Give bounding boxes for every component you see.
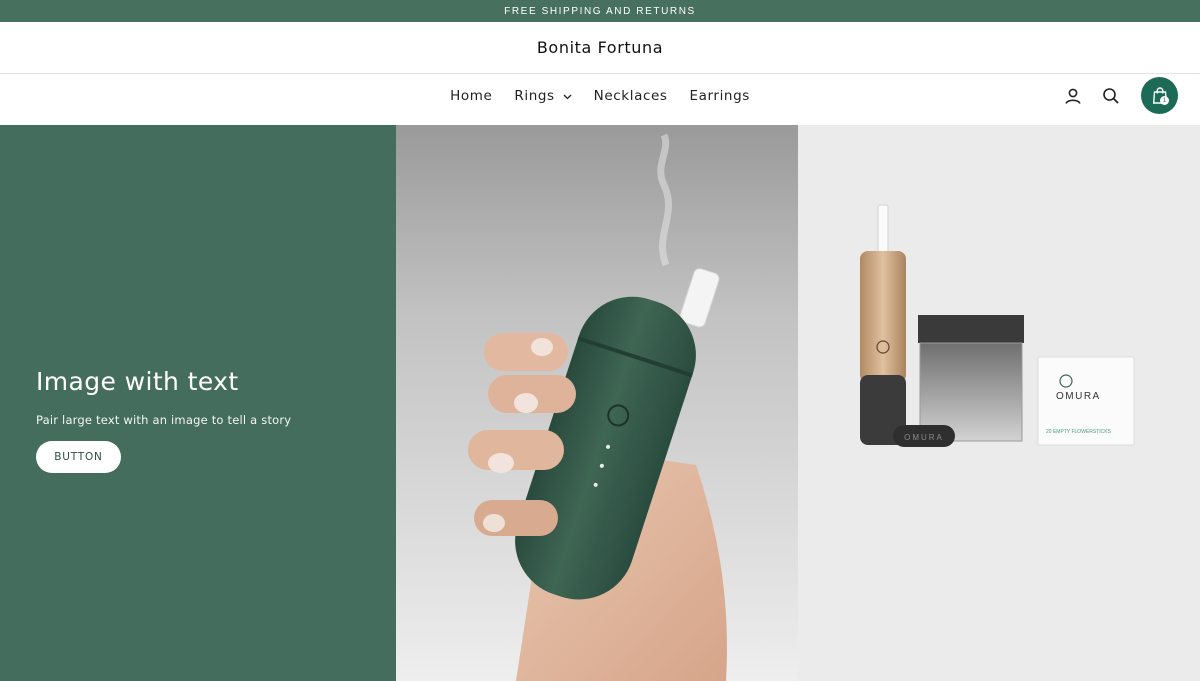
nav-home[interactable]: Home <box>450 88 492 104</box>
product-kit-image: OMURA OMURA 20 EMPTY FLOWERSTICKS <box>798 125 1200 681</box>
chevron-down-icon <box>563 92 572 101</box>
store-logo[interactable]: Bonita Fortuna <box>537 38 663 57</box>
nav-earrings-label: Earrings <box>689 88 750 104</box>
account-button[interactable] <box>1062 85 1084 107</box>
hero-section: Image with text Pair large text with an … <box>0 125 1200 681</box>
site-header: Bonita Fortuna <box>0 22 1200 74</box>
header-icons: 1 <box>1062 77 1178 114</box>
nav-rings-label: Rings <box>514 88 555 104</box>
announcement-bar: FREE SHIPPING AND RETURNS <box>0 0 1200 22</box>
nav-earrings[interactable]: Earrings <box>690 88 750 104</box>
search-button[interactable] <box>1100 85 1122 107</box>
cart-count-badge: 1 <box>1160 96 1169 105</box>
nav-necklaces[interactable]: Necklaces <box>594 88 668 104</box>
nav-links: Home Rings Necklaces Earrings <box>0 74 1200 118</box>
user-icon <box>1064 87 1082 105</box>
image-with-text-panel: Image with text Pair large text with an … <box>0 125 396 681</box>
announcement-text: FREE SHIPPING AND RETURNS <box>504 5 696 17</box>
nav-home-label: Home <box>450 88 493 104</box>
main-navigation: Home Rings Necklaces Earrings 1 <box>0 74 1200 125</box>
search-icon <box>1102 87 1120 105</box>
hand-holding-device-image <box>396 125 798 681</box>
nav-rings[interactable]: Rings <box>514 88 572 104</box>
pack-line: 20 EMPTY FLOWERSTICKS <box>1046 429 1112 435</box>
hero-button[interactable]: BUTTON <box>36 441 121 473</box>
case-label: OMURA <box>904 433 944 442</box>
pack-brand: OMURA <box>1056 391 1101 402</box>
cart-button[interactable]: 1 <box>1141 77 1178 114</box>
nav-necklaces-label: Necklaces <box>593 88 668 104</box>
hero-subtitle: Pair large text with an image to tell a … <box>36 413 292 427</box>
hero-title: Image with text <box>36 367 239 396</box>
